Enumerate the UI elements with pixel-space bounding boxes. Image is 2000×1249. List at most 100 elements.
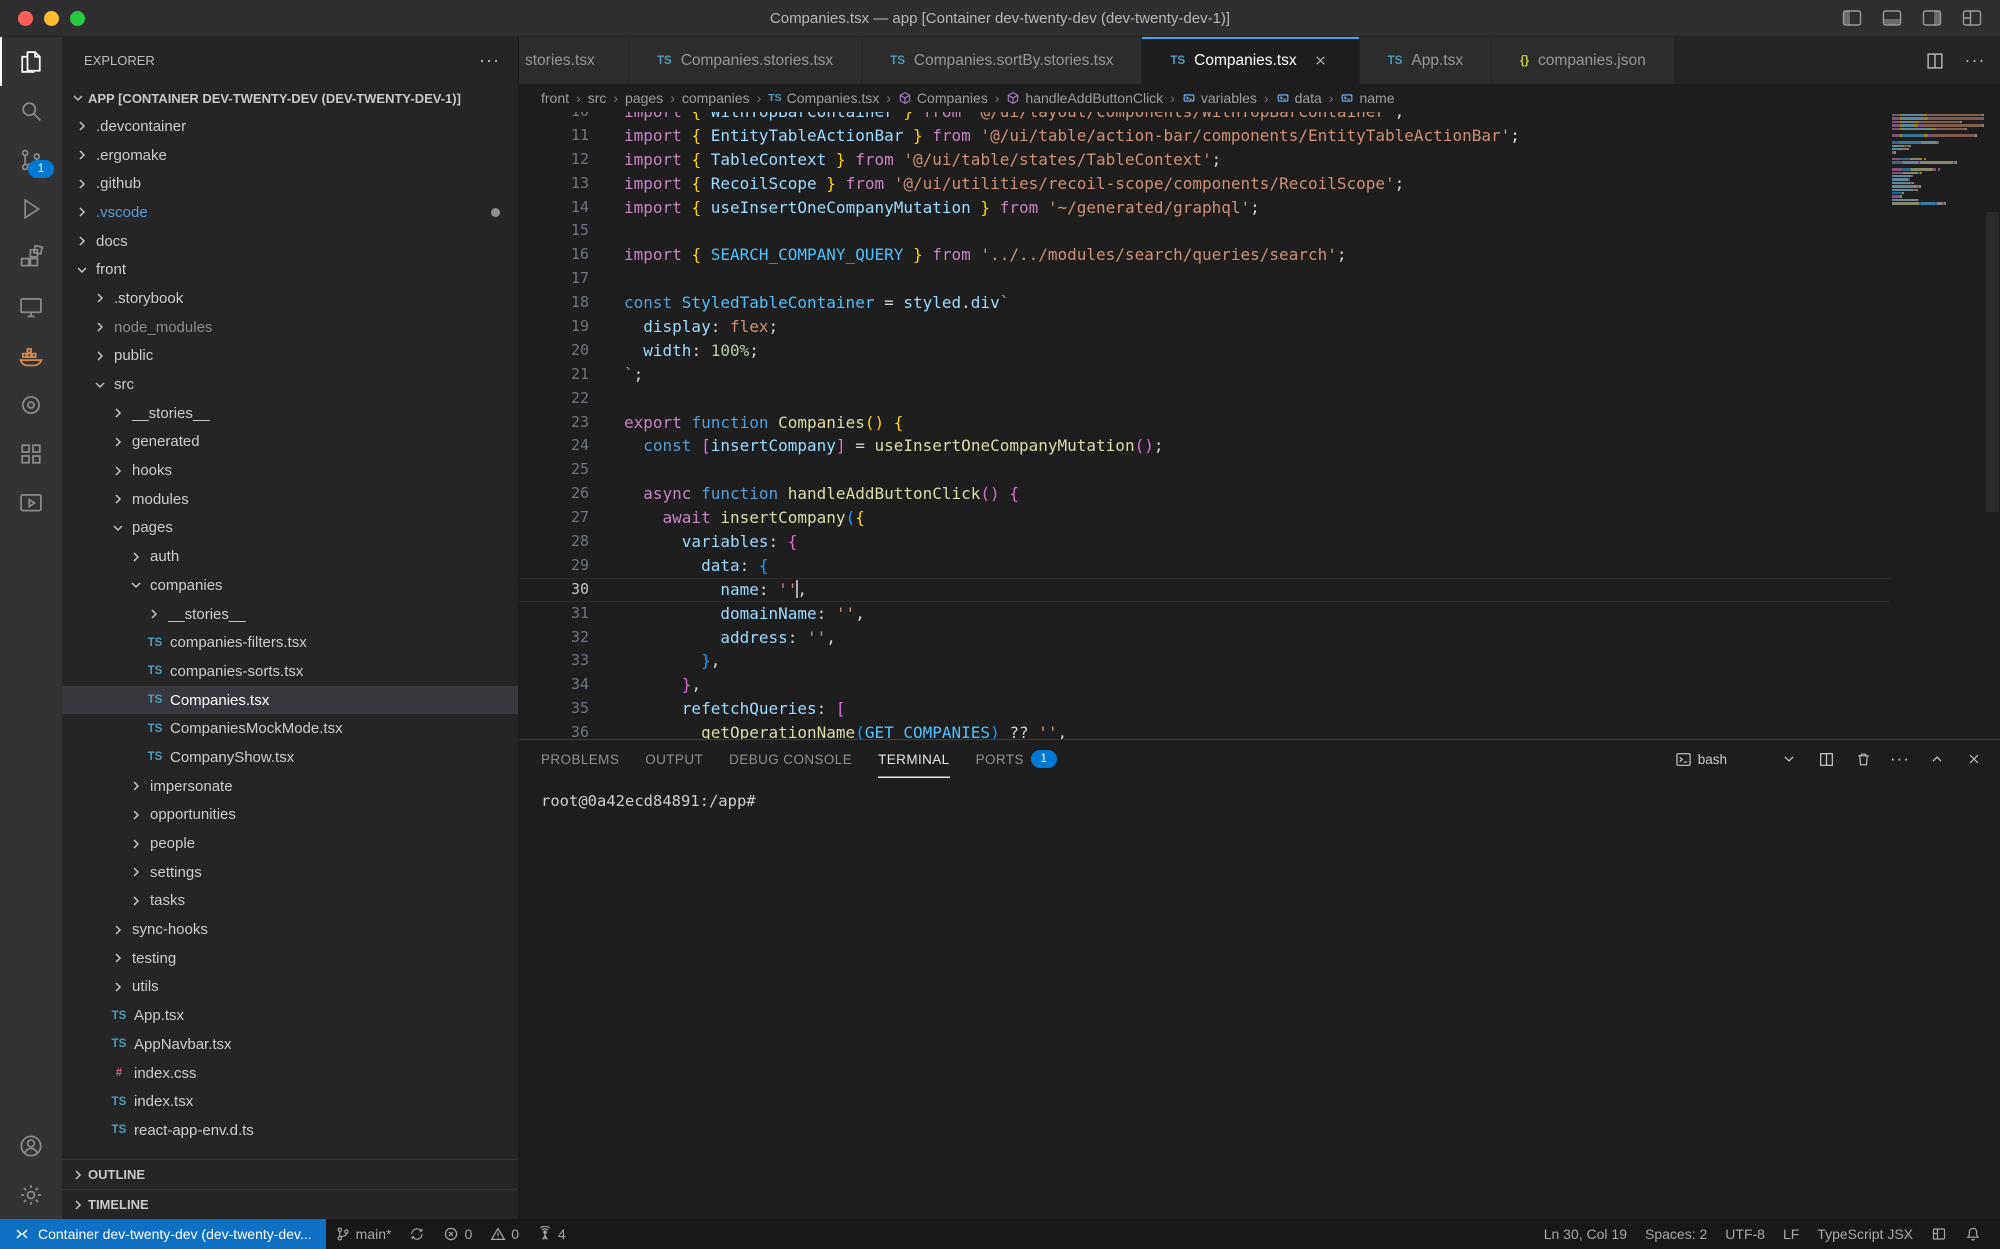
code-line-27[interactable]: 27 await insertCompany({: [519, 506, 1890, 530]
tree-item-react-app-env.d.ts[interactable]: TSreact-app-env.d.ts: [62, 1116, 518, 1145]
line-number[interactable]: 15: [519, 219, 612, 243]
line-number[interactable]: 17: [519, 267, 612, 291]
workspace-section-header[interactable]: APP [CONTAINER DEV-TWENTY-DEV (DEV-TWENT…: [62, 84, 518, 112]
code-line-25[interactable]: 25: [519, 458, 1890, 482]
tree-item-App.tsx[interactable]: TSApp.tsx: [62, 1001, 518, 1030]
line-number[interactable]: 29: [519, 554, 612, 578]
tree-item-pages[interactable]: pages: [62, 514, 518, 543]
status-editor-layout[interactable]: [1922, 1219, 1956, 1249]
tree-item-__stories__[interactable]: __stories__: [62, 399, 518, 428]
toggle-secondary-sidebar-icon[interactable]: [1919, 6, 1944, 31]
code-line-16[interactable]: 16import { SEARCH_COMPANY_QUERY } from '…: [519, 243, 1890, 267]
activity-accounts-icon[interactable]: [0, 1121, 62, 1170]
line-number[interactable]: 26: [519, 482, 612, 506]
line-number[interactable]: 19: [519, 315, 612, 339]
minimap[interactable]: [1892, 114, 1984, 739]
tree-item-.devcontainer[interactable]: .devcontainer: [62, 112, 518, 141]
activity-source-control-icon[interactable]: 1: [0, 135, 62, 184]
sidebar-section-timeline[interactable]: TIMELINE: [62, 1189, 518, 1219]
line-number[interactable]: 13: [519, 172, 612, 196]
split-terminal-icon[interactable]: [1814, 747, 1838, 771]
line-number[interactable]: 25: [519, 458, 612, 482]
tree-item-impersonate[interactable]: impersonate: [62, 772, 518, 801]
panel-tab-ports[interactable]: PORTS1: [976, 740, 1057, 778]
breadcrumb-item-pages[interactable]: pages: [625, 90, 663, 106]
status-forwarded-ports[interactable]: 4: [528, 1219, 575, 1249]
code-line-22[interactable]: 22: [519, 387, 1890, 411]
line-number[interactable]: 32: [519, 626, 612, 650]
activity-gitlens-icon[interactable]: [0, 380, 62, 429]
tree-item-CompaniesMockMode.tsx[interactable]: TSCompaniesMockMode.tsx: [62, 714, 518, 743]
activity-apps-icon[interactable]: [0, 429, 62, 478]
breadcrumb-item-Companies[interactable]: Companies: [898, 90, 988, 106]
tree-item-hooks[interactable]: hooks: [62, 456, 518, 485]
code-line-30[interactable]: 30 name: '',: [519, 578, 1890, 602]
breadcrumb-item-front[interactable]: front: [541, 90, 569, 106]
activity-run-and-debug-icon[interactable]: [0, 184, 62, 233]
line-number[interactable]: 22: [519, 387, 612, 411]
terminal-output[interactable]: root@0a42ecd84891:/app#: [519, 778, 2000, 1219]
line-number[interactable]: 24: [519, 434, 612, 458]
code-line-15[interactable]: 15: [519, 219, 1890, 243]
activity-live-preview-icon[interactable]: [0, 478, 62, 527]
code-line-21[interactable]: 21`;: [519, 363, 1890, 387]
code-line-24[interactable]: 24 const [insertCompany] = useInsertOneC…: [519, 434, 1890, 458]
explorer-more-actions-icon[interactable]: ···: [479, 50, 500, 71]
zoom-window-button[interactable]: [70, 11, 85, 26]
code-line-29[interactable]: 29 data: {: [519, 554, 1890, 578]
code-line-36[interactable]: 36 getOperationName(GET_COMPANIES) ?? ''…: [519, 721, 1890, 739]
line-number[interactable]: 31: [519, 602, 612, 626]
status-indentation[interactable]: Spaces: 2: [1636, 1219, 1716, 1249]
code-line-23[interactable]: 23export function Companies() {: [519, 411, 1890, 435]
status-language-mode[interactable]: TypeScript JSX: [1808, 1219, 1922, 1249]
tree-item-testing[interactable]: testing: [62, 944, 518, 973]
line-number[interactable]: 16: [519, 243, 612, 267]
panel-tab-output[interactable]: OUTPUT: [645, 740, 703, 778]
tree-item-public[interactable]: public: [62, 342, 518, 371]
tree-item-companies-filters.tsx[interactable]: TScompanies-filters.tsx: [62, 628, 518, 657]
tree-item-Companies.tsx[interactable]: TSCompanies.tsx: [62, 686, 518, 715]
line-number[interactable]: 35: [519, 697, 612, 721]
tree-item-node_modules[interactable]: node_modules: [62, 313, 518, 342]
tree-item-.storybook[interactable]: .storybook: [62, 284, 518, 313]
editor-tab-stories.tsx[interactable]: stories.tsx: [519, 37, 629, 84]
code-line-10[interactable]: 10import { WithTopBarContainer } from '@…: [519, 112, 1890, 124]
tree-item-utils[interactable]: utils: [62, 973, 518, 1002]
line-number[interactable]: 20: [519, 339, 612, 363]
tree-item-settings[interactable]: settings: [62, 858, 518, 887]
breadcrumb-item-Companies.tsx[interactable]: TSCompanies.tsx: [768, 90, 879, 106]
editor-tab-Companies.stories.tsx[interactable]: TSCompanies.stories.tsx: [629, 37, 862, 84]
line-number[interactable]: 10: [519, 112, 612, 124]
toggle-primary-sidebar-icon[interactable]: [1839, 6, 1864, 31]
tree-item-people[interactable]: people: [62, 829, 518, 858]
breadcrumb-item-handleAddButtonClick[interactable]: handleAddButtonClick: [1006, 90, 1163, 106]
line-number[interactable]: 14: [519, 196, 612, 220]
code-line-31[interactable]: 31 domainName: '',: [519, 602, 1890, 626]
tree-item-src[interactable]: src: [62, 370, 518, 399]
minimize-window-button[interactable]: [44, 11, 59, 26]
editor-tab-App.tsx[interactable]: TSApp.tsx: [1360, 37, 1492, 84]
tree-item-.ergomake[interactable]: .ergomake: [62, 141, 518, 170]
status-cursor-position[interactable]: Ln 30, Col 19: [1535, 1219, 1636, 1249]
line-number[interactable]: 12: [519, 148, 612, 172]
status-eol[interactable]: LF: [1774, 1219, 1808, 1249]
toggle-panel-icon[interactable]: [1879, 6, 1904, 31]
split-editor-icon[interactable]: [1922, 48, 1948, 74]
line-number[interactable]: 30: [519, 578, 612, 602]
activity-search-icon[interactable]: [0, 86, 62, 135]
breadcrumb-item-name[interactable]: name: [1340, 90, 1394, 106]
code-line-11[interactable]: 11import { EntityTableActionBar } from '…: [519, 124, 1890, 148]
line-number[interactable]: 11: [519, 124, 612, 148]
breadcrumb-item-data[interactable]: data: [1276, 90, 1322, 106]
panel-tab-debug-console[interactable]: DEBUG CONSOLE: [729, 740, 852, 778]
tree-item-docs[interactable]: docs: [62, 227, 518, 256]
line-number[interactable]: 28: [519, 530, 612, 554]
line-number[interactable]: 23: [519, 411, 612, 435]
code-line-13[interactable]: 13import { RecoilScope } from '@/ui/util…: [519, 172, 1890, 196]
status-git-branch[interactable]: main*: [326, 1219, 401, 1249]
code-line-14[interactable]: 14import { useInsertOneCompanyMutation }…: [519, 196, 1890, 220]
status-errors[interactable]: 0: [434, 1219, 481, 1249]
sidebar-section-outline[interactable]: OUTLINE: [62, 1159, 518, 1189]
code-line-28[interactable]: 28 variables: {: [519, 530, 1890, 554]
code-line-17[interactable]: 17: [519, 267, 1890, 291]
